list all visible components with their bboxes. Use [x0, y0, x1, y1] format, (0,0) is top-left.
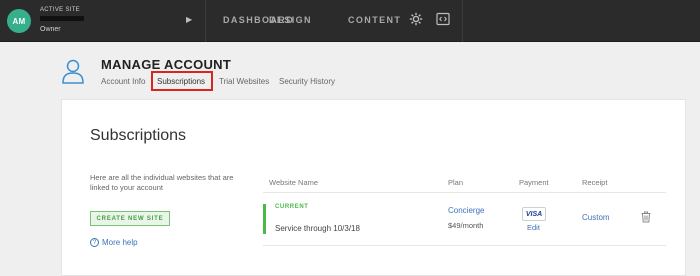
- nav-design[interactable]: DESIGN: [269, 15, 312, 25]
- column-header-website: Website Name: [269, 178, 319, 187]
- more-help-link[interactable]: ? More help: [90, 238, 138, 247]
- user-icon: [61, 58, 85, 89]
- avatar[interactable]: AM: [7, 9, 31, 33]
- status-indicator: [263, 204, 266, 234]
- help-icon: ?: [90, 238, 99, 247]
- plan-price: $49/month: [448, 221, 484, 230]
- create-new-site-button[interactable]: CREATE NEW SITE: [90, 211, 170, 226]
- divider: [205, 0, 206, 42]
- site-role: Owner: [40, 26, 61, 33]
- play-icon[interactable]: ▶: [186, 15, 192, 24]
- tab-security-history[interactable]: Security History: [279, 77, 335, 86]
- plan-link[interactable]: Concierge: [448, 206, 484, 215]
- section-description: Here are all the individual websites tha…: [90, 173, 234, 192]
- nav-content[interactable]: CONTENT: [348, 15, 401, 25]
- highlight-box: [151, 71, 213, 91]
- tab-trial-websites[interactable]: Trial Websites: [219, 77, 269, 86]
- tab-account-info[interactable]: Account Info: [101, 77, 145, 86]
- table-divider: [263, 245, 666, 246]
- top-bar: AM ACTIVE SITE Owner ▶ DASHBOARD DESIGN …: [0, 0, 700, 42]
- active-site-label: ACTIVE SITE: [40, 7, 80, 13]
- column-header-payment: Payment: [519, 178, 549, 187]
- page-title: MANAGE ACCOUNT: [101, 57, 232, 72]
- table-divider: [263, 192, 666, 193]
- visa-card-icon: VISA: [522, 207, 546, 221]
- edit-payment-link[interactable]: Edit: [527, 223, 540, 232]
- column-header-receipt: Receipt: [582, 178, 608, 187]
- section-title: Subscriptions: [90, 127, 187, 144]
- divider: [462, 0, 463, 42]
- trash-icon[interactable]: [641, 210, 651, 228]
- site-name-redacted: [40, 16, 84, 21]
- service-period: Service through 10/3/18: [275, 224, 360, 233]
- status-badge: CURRENT: [275, 204, 309, 210]
- code-icon[interactable]: [436, 12, 450, 31]
- more-help-label[interactable]: More help: [102, 238, 138, 247]
- gear-icon[interactable]: [409, 12, 423, 31]
- column-header-plan: Plan: [448, 178, 464, 187]
- receipt-link[interactable]: Custom: [582, 213, 610, 222]
